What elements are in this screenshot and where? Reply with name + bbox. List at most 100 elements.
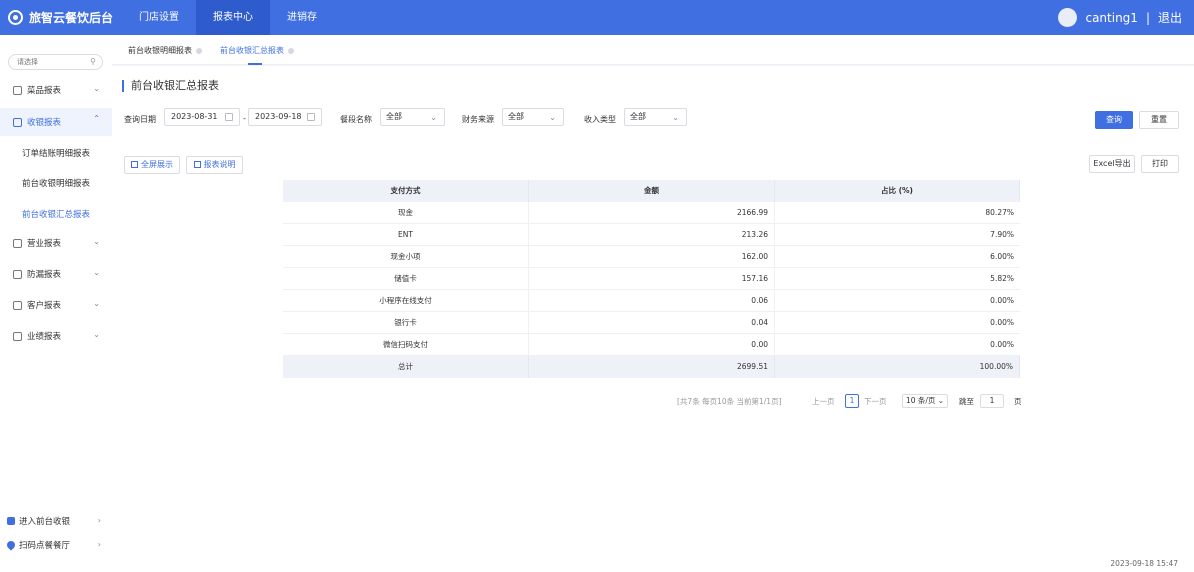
chevron-down-icon: ⌄ bbox=[937, 396, 945, 405]
chevron-down-icon: ⌄ bbox=[430, 113, 437, 122]
scan-order-link[interactable]: 扫码点餐餐厅 › bbox=[5, 535, 107, 555]
cell-method: 微信扫码支付 bbox=[283, 334, 529, 356]
sidebar-item-performance-report[interactable]: 业绩报表 ⌄ bbox=[0, 322, 112, 350]
cell-amount: 2166.99 bbox=[529, 202, 775, 224]
jump-label: 跳至 bbox=[959, 397, 974, 406]
tab-close-icon[interactable] bbox=[288, 47, 294, 54]
cell-ratio: 5.82% bbox=[990, 274, 1014, 283]
finance-select[interactable]: 全部 ⌄ bbox=[502, 108, 564, 126]
tab-front-summary[interactable]: 前台收银汇总报表 bbox=[220, 45, 294, 56]
cell-method: 现金小项 bbox=[283, 246, 529, 268]
chevron-right-icon: › bbox=[97, 540, 101, 549]
next-page-button[interactable]: 下一页 bbox=[864, 396, 887, 407]
sidebar-item-cashier-report[interactable]: 收银报表 ⌃ bbox=[0, 108, 112, 136]
search-icon[interactable]: ⚲ bbox=[90, 57, 96, 66]
tab-close-icon[interactable] bbox=[196, 47, 202, 54]
table-row: 银行卡 0.04 0.00% bbox=[283, 312, 1020, 334]
cell-ratio: 6.00% bbox=[990, 252, 1014, 261]
chevron-down-icon: ⌄ bbox=[93, 84, 100, 93]
total-label: 总计 bbox=[283, 356, 529, 378]
page-size-select[interactable]: 10 条/页 ⌄ bbox=[902, 394, 948, 408]
user-separator: | bbox=[1145, 10, 1150, 25]
date-end-input[interactable]: 2023-09-18 bbox=[248, 108, 322, 126]
cell-amount: 0.00 bbox=[529, 334, 775, 356]
tab-label: 前台收银汇总报表 bbox=[220, 46, 284, 55]
income-select[interactable]: 全部 ⌄ bbox=[624, 108, 687, 126]
sidebar-item-dish-report[interactable]: 菜品报表 ⌄ bbox=[0, 76, 112, 104]
sidebar-item-label: 收银报表 bbox=[27, 118, 62, 128]
date-end-value: 2023-09-18 bbox=[255, 112, 302, 121]
table-row: ENT 213.26 7.90% bbox=[283, 224, 1020, 246]
table-row: 储值卡 157.16 5.82% bbox=[283, 268, 1020, 290]
sidebar-item-label: 防漏报表 bbox=[27, 270, 62, 280]
sidebar-search-input[interactable] bbox=[17, 55, 92, 69]
avatar[interactable] bbox=[1058, 8, 1078, 27]
meal-select[interactable]: 全部 ⌄ bbox=[380, 108, 445, 126]
logout-link[interactable]: 退出 bbox=[1158, 9, 1182, 26]
sidebar-item-label: 客户报表 bbox=[27, 301, 62, 311]
chevron-down-icon: ⌄ bbox=[549, 113, 556, 122]
total-amount: 2699.51 bbox=[529, 356, 775, 378]
top-bar: 旅智云餐饮后台 门店设置 报表中心 进销存 canting1 | 退出 bbox=[0, 0, 1194, 35]
app-logo[interactable]: 旅智云餐饮后台 bbox=[0, 0, 122, 35]
income-select-value: 全部 bbox=[630, 112, 646, 121]
cell-method: 现金 bbox=[283, 202, 529, 224]
tab-front-detail[interactable]: 前台收银明细报表 bbox=[128, 45, 202, 56]
prev-page-button[interactable]: 上一页 bbox=[812, 396, 835, 407]
chart-icon bbox=[193, 161, 201, 168]
user-name[interactable]: canting1 bbox=[1085, 11, 1137, 25]
fullscreen-button[interactable]: 全屏展示 bbox=[124, 156, 180, 174]
sidebar-sub-order-settle[interactable]: 订单结账明细报表 bbox=[0, 139, 112, 169]
table-header-row: 支付方式 金额 占比 (%) bbox=[283, 180, 1020, 202]
income-label: 收入类型 bbox=[584, 115, 616, 124]
date-start-input[interactable]: 2023-08-31 bbox=[164, 108, 240, 126]
sidebar-sub-front-detail[interactable]: 前台收银明细报表 bbox=[0, 169, 112, 199]
cashier-icon bbox=[13, 117, 22, 127]
topnav-store-settings[interactable]: 门店设置 bbox=[122, 0, 196, 35]
report-icon bbox=[13, 85, 22, 95]
date-label: 查询日期 bbox=[124, 115, 156, 124]
sidebar-item-antileak-report[interactable]: 防漏报表 ⌄ bbox=[0, 260, 112, 288]
report-desc-button[interactable]: 报表说明 bbox=[186, 156, 243, 174]
sidebar-sub-front-summary[interactable]: 前台收银汇总报表 bbox=[0, 200, 112, 230]
sidebar-item-customer-report[interactable]: 客户报表 ⌄ bbox=[0, 291, 112, 319]
query-button[interactable]: 查询 bbox=[1095, 111, 1133, 129]
reset-button[interactable]: 重置 bbox=[1139, 111, 1179, 129]
cell-amount: 157.16 bbox=[529, 268, 775, 290]
col-header-amount: 金额 bbox=[529, 180, 775, 202]
enter-cashier-link[interactable]: 进入前台收银 › bbox=[7, 511, 107, 531]
col-header-method: 支付方式 bbox=[283, 180, 529, 202]
calendar-icon bbox=[225, 113, 233, 121]
chevron-up-icon: ⌃ bbox=[93, 114, 100, 123]
finance-label: 财务来源 bbox=[462, 115, 494, 124]
date-separator: - bbox=[243, 114, 246, 123]
print-button[interactable]: 打印 bbox=[1141, 155, 1179, 173]
cell-amount: 213.26 bbox=[529, 224, 775, 246]
top-nav: 门店设置 报表中心 进销存 bbox=[122, 0, 334, 35]
cell-ratio: 0.00% bbox=[990, 296, 1014, 305]
page-unit-label: 页 bbox=[1014, 397, 1022, 406]
excel-export-button[interactable]: Excel导出 bbox=[1089, 155, 1135, 173]
finance-select-value: 全部 bbox=[508, 112, 524, 121]
sidebar-item-business-report[interactable]: 营业报表 ⌄ bbox=[0, 229, 112, 257]
jump-page-input[interactable]: 1 bbox=[980, 394, 1004, 408]
tab-label: 前台收银明细报表 bbox=[128, 46, 192, 55]
topnav-inventory[interactable]: 进销存 bbox=[270, 0, 334, 35]
table-row: 小程序在线支付 0.06 0.00% bbox=[283, 290, 1020, 312]
col-header-ratio: 占比 (%) bbox=[775, 180, 1020, 202]
page-title: 前台收银汇总报表 bbox=[122, 80, 219, 92]
topnav-report-center[interactable]: 报表中心 bbox=[196, 0, 270, 35]
cell-ratio: 0.00% bbox=[990, 340, 1014, 349]
chevron-right-icon: › bbox=[97, 516, 101, 525]
current-page-button[interactable]: 1 bbox=[845, 394, 859, 408]
cell-amount: 0.04 bbox=[529, 312, 775, 334]
cashier-terminal-icon bbox=[7, 517, 15, 525]
sidebar-item-label: 营业报表 bbox=[27, 239, 62, 249]
table-row: 微信扫码支付 0.00 0.00% bbox=[283, 334, 1020, 356]
cell-method: 小程序在线支付 bbox=[283, 290, 529, 312]
page-size-value: 10 条/页 bbox=[905, 396, 936, 405]
table-total-row: 总计 2699.51 100.00% bbox=[283, 356, 1020, 378]
main-panel: 前台收银汇总报表 查询日期 2023-08-31 - 2023-09-18 餐段… bbox=[112, 66, 1194, 572]
location-pin-icon bbox=[5, 539, 17, 551]
sidebar-item-label: 菜品报表 bbox=[27, 86, 62, 96]
